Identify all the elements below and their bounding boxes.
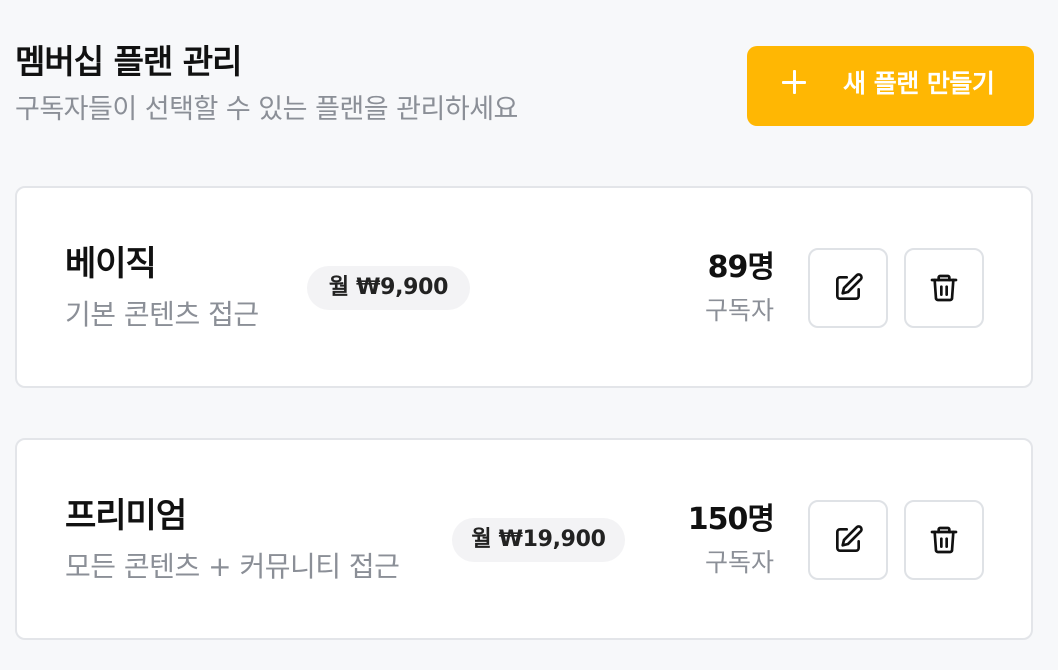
- plan-name: 프리미엄: [65, 496, 187, 536]
- subscriber-count: 150명: [687, 502, 775, 537]
- page-title: 멤버십 플랜 관리: [15, 42, 242, 81]
- plan-description: 모든 콘텐츠 + 커뮤니티 접근: [65, 550, 400, 583]
- membership-plan-page: 멤버십 플랜 관리 구독자들이 선택할 수 있는 플랜을 관리하세요 새 플랜 …: [0, 0, 1058, 670]
- plan-card-premium: 프리미엄 모든 콘텐츠 + 커뮤니티 접근 월 ₩19,900 150명 구독자: [15, 438, 1033, 640]
- trash-icon: [930, 274, 958, 302]
- edit-plan-button[interactable]: [808, 500, 888, 580]
- page-subtitle: 구독자들이 선택할 수 있는 플랜을 관리하세요: [15, 94, 518, 125]
- subscriber-label: 구독자: [704, 548, 774, 577]
- plan-card-basic: 베이직 기본 콘텐츠 접근 월 ₩9,900 89명 구독자: [15, 186, 1033, 388]
- create-plan-button[interactable]: 새 플랜 만들기: [747, 46, 1034, 126]
- edit-icon: [836, 273, 863, 300]
- edit-icon: [836, 525, 863, 552]
- price-badge: 월 ₩19,900: [452, 518, 625, 562]
- subscriber-label: 구독자: [704, 296, 774, 325]
- page-header: 멤버십 플랜 관리 구독자들이 선택할 수 있는 플랜을 관리하세요: [15, 40, 518, 130]
- plus-icon: [782, 70, 806, 94]
- edit-plan-button[interactable]: [808, 248, 888, 328]
- plan-name: 베이직: [65, 244, 157, 284]
- trash-icon: [930, 526, 958, 554]
- delete-plan-button[interactable]: [904, 248, 984, 328]
- create-plan-label: 새 플랜 만들기: [843, 69, 995, 98]
- subscriber-count: 89명: [707, 250, 775, 285]
- plan-description: 기본 콘텐츠 접근: [65, 298, 259, 331]
- price-badge: 월 ₩9,900: [307, 266, 470, 310]
- delete-plan-button[interactable]: [904, 500, 984, 580]
